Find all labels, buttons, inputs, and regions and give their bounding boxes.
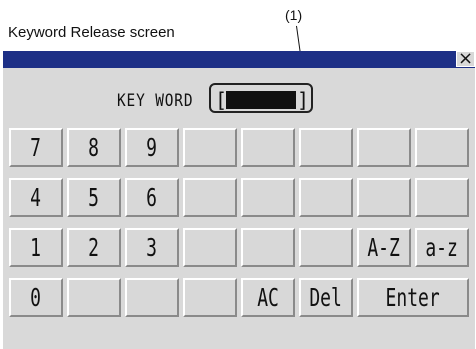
key-blank[interactable] [183, 178, 237, 217]
key-uppercase[interactable]: A-Z [357, 228, 411, 267]
key-blank[interactable] [241, 178, 295, 217]
keyword-release-window: × KEY WORD [ ] 7 8 9 4 5 6 1 2 3 A-Z a-z… [3, 50, 475, 349]
close-icon[interactable]: × [456, 50, 475, 68]
callout-box [209, 83, 313, 113]
title-bar: × [3, 50, 475, 68]
key-5[interactable]: 5 [67, 178, 121, 217]
key-blank[interactable] [183, 278, 237, 317]
key-blank[interactable] [125, 278, 179, 317]
key-blank[interactable] [299, 178, 353, 217]
key-delete[interactable]: Del [299, 278, 353, 317]
key-blank[interactable] [183, 228, 237, 267]
key-blank[interactable] [67, 278, 121, 317]
key-blank[interactable] [357, 178, 411, 217]
key-blank[interactable] [415, 178, 469, 217]
key-8[interactable]: 8 [67, 128, 121, 167]
key-blank[interactable] [299, 228, 353, 267]
key-6[interactable]: 6 [125, 178, 179, 217]
key-blank[interactable] [299, 128, 353, 167]
keyword-label: KEY WORD [117, 91, 194, 111]
key-0[interactable]: 0 [9, 278, 63, 317]
key-lowercase[interactable]: a-z [415, 228, 469, 267]
key-1[interactable]: 1 [9, 228, 63, 267]
key-blank[interactable] [357, 128, 411, 167]
key-all-clear[interactable]: AC [241, 278, 295, 317]
key-3[interactable]: 3 [125, 228, 179, 267]
key-4[interactable]: 4 [9, 178, 63, 217]
key-blank[interactable] [241, 228, 295, 267]
key-enter[interactable]: Enter [357, 278, 469, 317]
key-2[interactable]: 2 [67, 228, 121, 267]
key-blank[interactable] [415, 128, 469, 167]
key-9[interactable]: 9 [125, 128, 179, 167]
caption: Keyword Release screen [8, 24, 175, 41]
key-7[interactable]: 7 [9, 128, 63, 167]
callout-label: (1) [285, 7, 303, 23]
key-blank[interactable] [183, 128, 237, 167]
key-blank[interactable] [241, 128, 295, 167]
